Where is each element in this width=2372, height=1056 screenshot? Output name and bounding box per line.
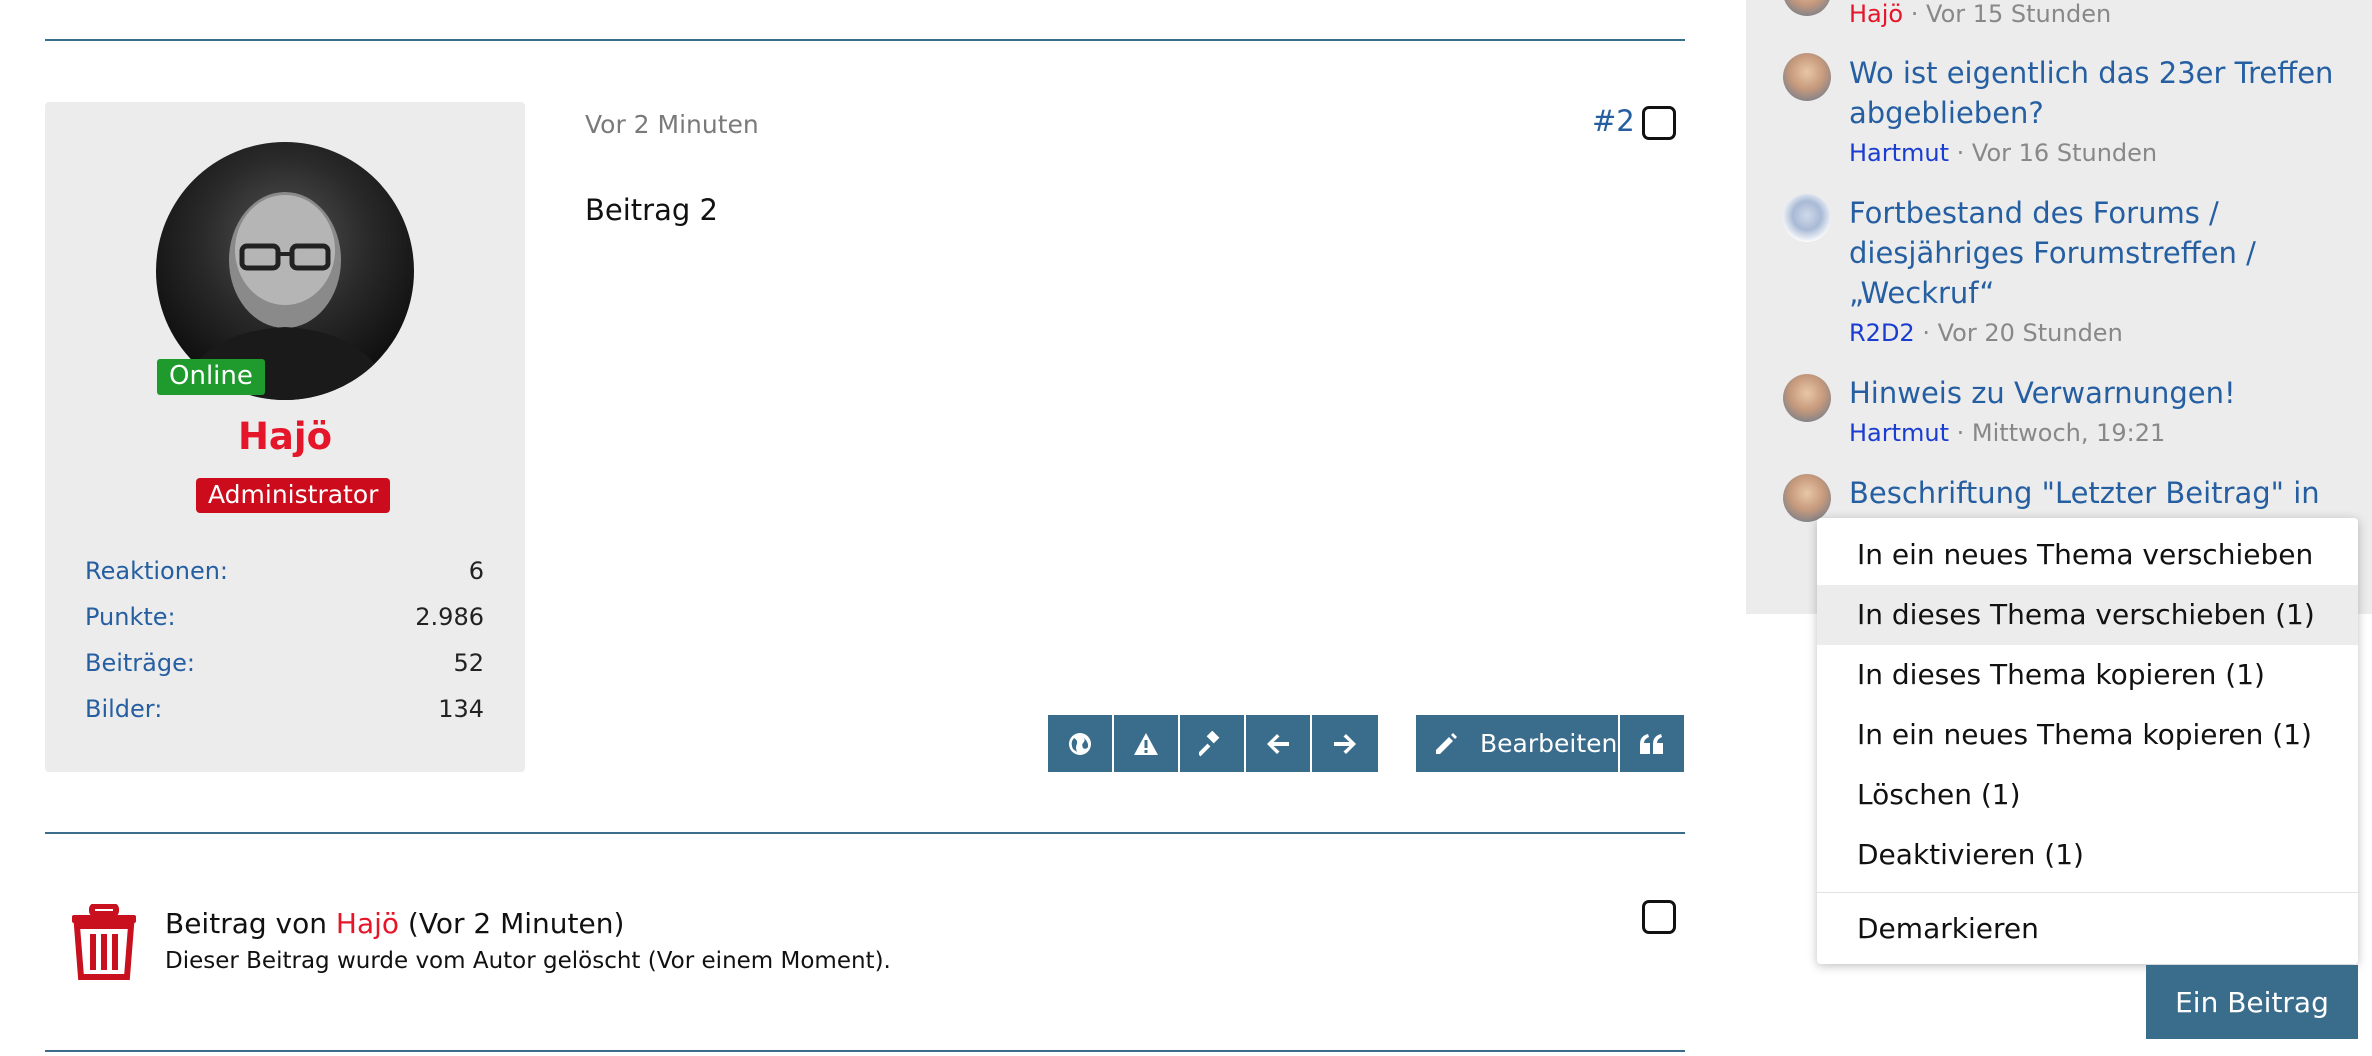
stat-value-images: 134 [438,695,484,723]
sidebar-time: · Vor 16 Stunden [1956,139,2158,167]
trash-icon [70,903,138,984]
sidebar-user[interactable]: Hartmut [1849,139,1949,167]
edit-quote-group: Bearbeiten [1416,715,1684,772]
arrow-right-icon [1334,733,1356,754]
selection-count-button[interactable]: Ein Beitrag [2146,965,2358,1039]
menu-item-copy-this-thread[interactable]: In dieses Thema kopieren (1) [1817,645,2358,705]
moderate-button[interactable] [1180,715,1246,772]
report-button[interactable] [1114,715,1180,772]
sidebar-avatar[interactable] [1783,374,1831,422]
post-divider-top [45,39,1685,41]
ip-address-button[interactable] [1048,715,1114,772]
deleted-post-message: Dieser Beitrag wurde vom Autor gelöscht … [165,948,891,974]
sidebar-avatar[interactable] [1783,194,1831,242]
stat-value-points: 2.986 [415,603,484,631]
next-post-button[interactable] [1312,715,1378,772]
deleted-post-prefix: Beitrag von [165,907,327,940]
quote-icon [1640,733,1663,754]
sidebar-meta-0: Hajö · Vor 15 Stunden [1849,0,2111,28]
warning-icon [1134,732,1158,755]
post-divider-bottom [45,1050,1685,1052]
arrow-left-icon [1267,733,1289,754]
sidebar-meta: R2D2 · Vor 20 Stunden [1849,319,2123,347]
menu-item-deactivate[interactable]: Deaktivieren (1) [1817,825,2358,885]
sidebar-thread-title[interactable]: Hinweis zu Verwarnungen! [1849,373,2349,413]
stat-label-posts[interactable]: Beiträge: [85,649,195,677]
sidebar-avatar[interactable] [1783,53,1831,101]
user-name[interactable]: Hajö [45,415,525,458]
sidebar-user[interactable]: Hajö [1849,0,1903,28]
sidebar-user[interactable]: R2D2 [1849,319,1915,347]
menu-divider [1817,892,2358,893]
deleted-post-checkbox[interactable] [1642,900,1676,934]
globe-icon [1069,732,1091,755]
menu-item-copy-new-thread[interactable]: In ein neues Thema kopieren (1) [1817,705,2358,765]
edit-button[interactable]: Bearbeiten [1416,715,1620,772]
sidebar-thread-title[interactable]: Wo ist eigentlich das 23er Treffen abgeb… [1849,53,2349,133]
stat-value-reactions: 6 [468,557,484,585]
menu-item-delete[interactable]: Löschen (1) [1817,765,2358,825]
sidebar-thread-title[interactable]: Fortbestand des Forums / diesjähriges Fo… [1849,193,2349,313]
stat-value-posts: 52 [453,649,484,677]
user-role-badge: Administrator [196,478,391,513]
post-time[interactable]: Vor 2 Minuten [585,110,759,139]
post-divider-middle [45,832,1685,834]
online-badge: Online [157,359,265,395]
menu-item-move-this-thread[interactable]: In dieses Thema verschieben (1) [1817,585,2358,645]
sidebar-meta: Hartmut · Vor 16 Stunden [1849,139,2157,167]
quote-button[interactable] [1620,715,1684,772]
selection-actions-dropdown: In ein neues Thema verschieben (1) In di… [1817,518,2358,964]
gavel-icon [1199,730,1220,756]
stat-label-points[interactable]: Punkte: [85,603,176,631]
previous-post-button[interactable] [1246,715,1312,772]
stat-label-reactions[interactable]: Reaktionen: [85,557,228,585]
edit-button-label: Bearbeiten [1480,729,1618,758]
post-content: Beitrag 2 [585,193,718,227]
deleted-post-time: (Vor 2 Minuten) [407,907,625,940]
post-action-group [1048,715,1378,772]
sidebar-time: · Mittwoch, 19:21 [1956,419,2166,447]
sidebar-user[interactable]: Hartmut [1849,419,1949,447]
stat-label-images[interactable]: Bilder: [85,695,162,723]
sidebar-avatar[interactable] [1783,474,1831,522]
post-number-link[interactable]: #2 [1592,104,1635,138]
post-select-checkbox[interactable] [1642,106,1676,140]
pencil-icon [1436,732,1457,754]
deleted-post-header: Beitrag von Hajö (Vor 2 Minuten) [165,907,624,940]
menu-item-move-new-thread[interactable]: In ein neues Thema verschieben (1) [1817,525,2358,631]
sidebar-time: · Vor 15 Stunden [1910,0,2112,28]
menu-item-unmark[interactable]: Demarkieren [1817,899,2358,959]
sidebar-meta: Hartmut · Mittwoch, 19:21 [1849,419,2165,447]
sidebar-time: · Vor 20 Stunden [1922,319,2123,347]
deleted-post-author[interactable]: Hajö [336,907,399,940]
